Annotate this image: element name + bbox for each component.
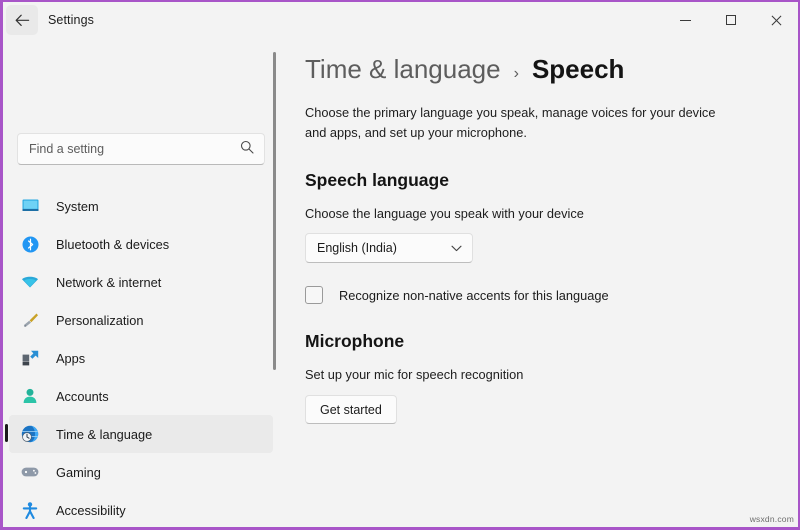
recognize-accents-label: Recognize non-native accents for this la…	[339, 287, 609, 303]
sidebar-item-label: System	[56, 198, 99, 214]
sidebar-item-personalization[interactable]: Personalization	[9, 301, 273, 339]
sidebar-item-network-internet[interactable]: Network & internet	[9, 263, 273, 301]
globe-clock-icon	[20, 424, 40, 444]
get-started-button[interactable]: Get started	[305, 395, 397, 424]
monitor-icon	[20, 196, 40, 216]
breadcrumb-separator-icon: ›	[513, 65, 519, 82]
maximize-icon	[725, 15, 736, 25]
sidebar-item-label: Accounts	[56, 388, 109, 404]
back-button[interactable]	[6, 5, 38, 35]
sidebar-item-label: Network & internet	[56, 274, 162, 290]
microphone-heading: Microphone	[305, 331, 405, 351]
watermark: wsxdn.com	[749, 514, 794, 524]
breadcrumb-parent[interactable]: Time & language	[305, 54, 501, 85]
minimize-icon	[680, 19, 691, 21]
speech-language-dropdown[interactable]: English (India)	[305, 233, 473, 263]
sidebar-item-label: Bluetooth & devices	[56, 236, 170, 252]
sidebar-item-bluetooth-devices[interactable]: Bluetooth & devices	[9, 225, 273, 263]
wifi-icon	[20, 272, 40, 292]
window-controls	[663, 2, 798, 38]
sidebar-item-label: Apps	[56, 350, 86, 366]
app-title: Settings	[48, 13, 94, 27]
bluetooth-icon	[20, 234, 40, 254]
sidebar-scrollbar[interactable]	[273, 52, 276, 370]
minimize-button[interactable]	[663, 2, 708, 38]
apps-icon	[20, 348, 40, 368]
sidebar-item-accounts[interactable]: Accounts	[9, 377, 273, 415]
breadcrumb: Time & language › Speech	[305, 54, 798, 85]
sidebar-item-label: Gaming	[56, 464, 101, 480]
back-arrow-icon	[15, 14, 29, 26]
person-icon	[20, 386, 40, 406]
recognize-accents-checkbox-row[interactable]: Recognize non-native accents for this la…	[305, 286, 798, 304]
sidebar-item-time-language[interactable]: Time & language	[5, 415, 273, 453]
sidebar-item-gaming[interactable]: Gaming	[9, 453, 273, 491]
close-button[interactable]	[753, 2, 798, 38]
sidebar-item-system[interactable]: System	[9, 187, 273, 225]
paintbrush-icon	[20, 310, 40, 330]
search-box[interactable]	[17, 133, 265, 165]
recognize-accents-checkbox[interactable]	[305, 286, 323, 304]
microphone-subtitle: Set up your mic for speech recognition	[305, 367, 524, 382]
search-icon	[240, 140, 254, 159]
sidebar-item-apps[interactable]: Apps	[9, 339, 273, 377]
chevron-down-icon	[451, 241, 462, 255]
sidebar-item-label: Personalization	[56, 312, 144, 328]
settings-window: Settings Find a setting System Bluetooth…	[0, 0, 800, 530]
gamepad-icon	[20, 462, 40, 482]
close-icon	[770, 14, 782, 26]
speech-language-value: English (India)	[317, 241, 397, 255]
page-description: Choose the primary language you speak, m…	[305, 105, 716, 140]
maximize-button[interactable]	[708, 2, 753, 38]
sidebar-item-label: Time & language	[56, 426, 153, 442]
speech-language-subtitle: Choose the language you speak with your …	[305, 206, 584, 221]
page-title: Speech	[531, 54, 625, 84]
speech-language-heading: Speech language	[305, 170, 449, 190]
sidebar-nav: System Bluetooth & devices Network & int…	[3, 187, 281, 527]
title-bar: Settings	[3, 2, 798, 38]
sidebar: System Bluetooth & devices	[3, 38, 281, 527]
search-input[interactable]	[29, 142, 236, 156]
accessibility-icon	[20, 500, 40, 520]
sidebar-item-label: Accessibility	[56, 502, 126, 518]
sidebar-item-accessibility[interactable]: Accessibility	[9, 491, 273, 527]
main-content: Time & language › Speech Choose the prim…	[281, 38, 798, 527]
